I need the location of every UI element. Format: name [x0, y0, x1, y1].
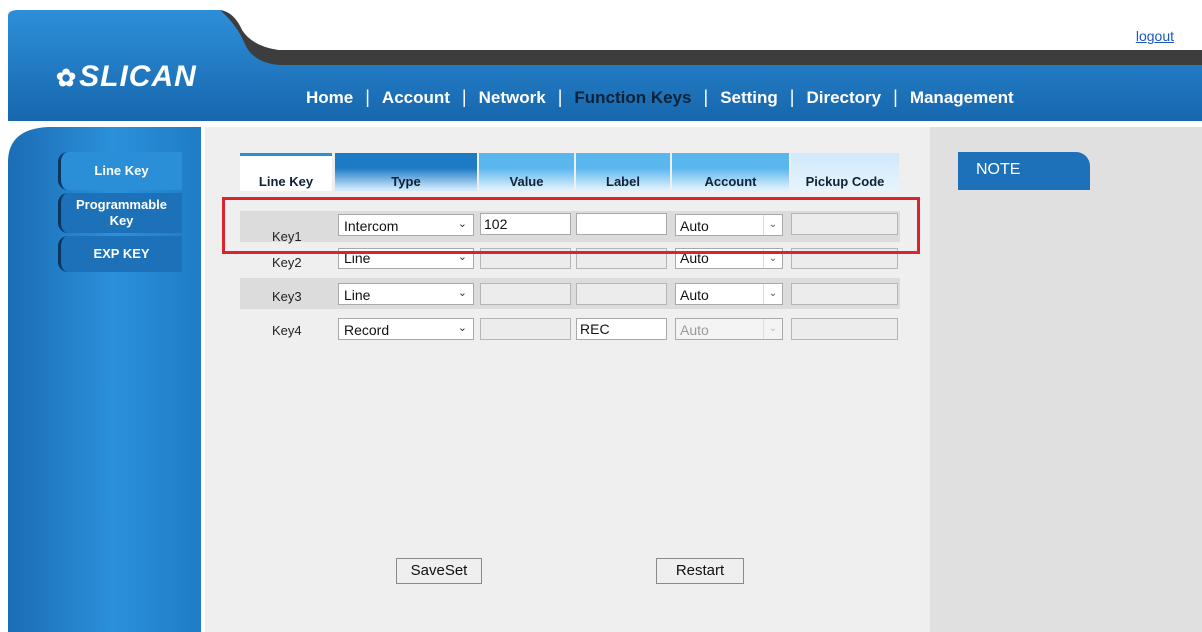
label-input[interactable]: REC: [576, 318, 667, 340]
nav-directory[interactable]: Directory: [806, 88, 881, 108]
row-key-label: Key4: [272, 323, 302, 338]
col-header-label: Label: [576, 153, 670, 191]
logout-link[interactable]: logout: [1136, 28, 1174, 44]
nav-function-keys[interactable]: Function Keys: [574, 88, 691, 108]
row-key-label: Key2: [272, 255, 302, 270]
sidebar-item-exp-key[interactable]: EXP KEY: [58, 236, 182, 272]
logo-text: SLICAN: [79, 60, 197, 93]
nav-separator: |: [703, 87, 709, 107]
type-select-value: Line: [344, 287, 371, 303]
col-header-value: Value: [479, 153, 574, 191]
chevron-down-icon: ⌄: [763, 284, 782, 304]
sidebar-item-programmable-key[interactable]: Programmable Key: [58, 193, 182, 233]
logo-leaf-icon: ✿: [56, 65, 78, 92]
note-panel: [930, 127, 1202, 632]
row-key-label: Key3: [272, 289, 302, 304]
col-header-pickup-code: Pickup Code: [791, 153, 899, 191]
header-bar: logout ✿SLICAN Home | Account | Network …: [8, 10, 1202, 121]
nav-setting[interactable]: Setting: [720, 88, 778, 108]
sidebar-item-line-key[interactable]: Line Key: [58, 152, 182, 190]
type-select[interactable]: Record ⌄: [338, 318, 474, 340]
pickup-code-input[interactable]: [791, 283, 898, 305]
note-title: NOTE: [958, 152, 1090, 190]
account-select-value: Auto: [680, 322, 709, 338]
nav-separator: |: [789, 87, 795, 107]
nav-home[interactable]: Home: [306, 88, 353, 108]
nav-separator: |: [365, 87, 370, 107]
pickup-code-input[interactable]: [791, 318, 898, 340]
nav-network[interactable]: Network: [479, 88, 546, 108]
nav-separator: |: [893, 87, 898, 107]
saveset-button[interactable]: SaveSet: [396, 558, 482, 584]
value-input[interactable]: [480, 318, 571, 340]
main-nav: Home | Account | Network | Function Keys…: [306, 87, 1014, 108]
account-select[interactable]: Auto ⌄: [675, 318, 783, 340]
col-header-line-key: Line Key: [240, 153, 332, 191]
nav-management[interactable]: Management: [910, 88, 1014, 108]
col-header-type: Type: [335, 153, 477, 191]
nav-separator: |: [557, 87, 563, 107]
highlight-frame: [222, 197, 920, 254]
nav-account[interactable]: Account: [382, 88, 450, 108]
type-select-value: Record: [344, 322, 390, 338]
label-input[interactable]: [576, 283, 667, 305]
nav-separator: |: [461, 87, 467, 107]
chevron-down-icon: ⌄: [763, 319, 782, 339]
account-select-value: Auto: [680, 287, 709, 303]
value-input[interactable]: [480, 283, 571, 305]
account-select[interactable]: Auto ⌄: [675, 283, 783, 305]
slican-logo: ✿SLICAN: [56, 60, 197, 94]
chevron-down-icon: ⌄: [457, 322, 467, 334]
col-header-account: Account: [672, 153, 789, 191]
chevron-down-icon: ⌄: [457, 287, 467, 299]
restart-button[interactable]: Restart: [656, 558, 744, 584]
type-select[interactable]: Line ⌄: [338, 283, 474, 305]
